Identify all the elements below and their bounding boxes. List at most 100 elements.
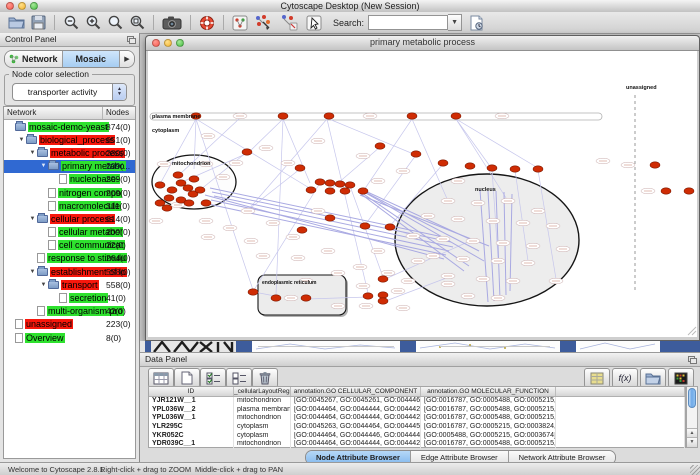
table-row-YJR121W__1[interactable]: YJR121W__1mitochondrion[GO:0045267, GO:0… — [149, 397, 685, 406]
table-row-YPL036W__2[interactable]: YPL036W__2plasma membrane[GO:0044464, GO… — [149, 406, 685, 415]
zoom-out-icon[interactable] — [61, 14, 81, 32]
cell-region[interactable]: mitochondrion — [234, 397, 291, 406]
layout-edges-icon[interactable] — [278, 14, 302, 32]
tree-item-establishment-of-lo[interactable]: ▼establishment of lo558(0) — [4, 265, 135, 278]
edge[interactable] — [248, 169, 300, 210]
tree-item-nitrogen-compo[interactable]: nitrogen compo209(0) — [4, 186, 135, 199]
node-selected[interactable] — [183, 185, 193, 191]
tree-column-nodes[interactable]: Nodes — [103, 107, 135, 119]
node-selected[interactable] — [184, 200, 194, 206]
new-attribute-icon[interactable] — [174, 368, 200, 388]
cell-region[interactable]: mitochondrion — [234, 440, 291, 449]
window-border-peek[interactable] — [400, 341, 416, 352]
column-header-0[interactable]: ID — [149, 387, 234, 396]
cell-cc[interactable]: [GO:0044464, GO:0044444, GO:0044425, G..… — [291, 406, 421, 415]
node-selected[interactable] — [510, 166, 520, 172]
edge[interactable] — [456, 119, 492, 169]
network-window-titlebar[interactable]: primary metabolic process — [146, 36, 699, 51]
function-builder-icon[interactable]: f(x) — [612, 368, 638, 388]
zoom-selected-icon[interactable] — [105, 14, 125, 32]
column-header-2[interactable]: annotation.GO CELLULAR_COMPONENT — [291, 387, 421, 396]
node-selected[interactable] — [378, 292, 388, 298]
cell-region[interactable]: cytoplasm — [234, 423, 291, 432]
node-selected[interactable] — [195, 187, 205, 193]
tree-item-biological-process[interactable]: ▼biological_process651(0) — [4, 133, 135, 146]
canvas-grow-icon[interactable] — [688, 327, 696, 335]
table-row-YDR039C__1[interactable]: YDR039C__1mitochondrion[GO:0044464, GO:0… — [149, 440, 685, 449]
node-selected[interactable] — [411, 151, 421, 157]
unselect-attributes-icon[interactable] — [226, 368, 252, 388]
heatmap-icon[interactable] — [668, 368, 694, 388]
node-selected[interactable] — [248, 289, 258, 295]
cell-cc[interactable]: [GO:0045267, GO:0045261, GO:0044464, G..… — [291, 397, 421, 406]
scroll-down-icon[interactable]: ▼ — [687, 437, 697, 447]
zoom-fit-icon[interactable] — [127, 14, 147, 32]
table-scrollbar[interactable]: ▲ ▼ — [686, 386, 698, 448]
tab-network[interactable]: Network — [5, 51, 63, 67]
node-selected[interactable] — [325, 215, 335, 221]
cell-id[interactable]: YJR121W__1 — [149, 397, 234, 406]
tree-item-cellular-process[interactable]: ▼cellular process614(0) — [4, 212, 135, 225]
node-selected[interactable] — [533, 166, 543, 172]
cell-mf[interactable]: [GO:0005488, GO:0005215, GO:0003674] — [421, 432, 556, 441]
cell-mf[interactable]: [GO:0016787, GO:0005488, GO:0005215, G..… — [421, 440, 556, 449]
node-selected[interactable] — [378, 298, 388, 304]
tab-overflow-arrow[interactable]: ▶ — [120, 51, 134, 67]
node-selected[interactable] — [278, 113, 288, 119]
cell-region[interactable]: cytoplasm — [234, 432, 291, 441]
selection-mode-icon[interactable] — [304, 14, 324, 32]
table-row-YPL036W__1[interactable]: YPL036W__1mitochondrion[GO:0044464, GO:0… — [149, 414, 685, 423]
layout-nodes-icon[interactable] — [252, 14, 276, 32]
node-selected[interactable] — [363, 293, 373, 299]
snapshot-icon[interactable] — [160, 14, 184, 32]
node-selected[interactable] — [324, 113, 334, 119]
node-selected[interactable] — [385, 224, 395, 230]
node-selected[interactable] — [325, 180, 335, 186]
tree-item-transport[interactable]: ▼transport558(0) — [4, 278, 135, 291]
tree-expand-icon[interactable]: ▼ — [28, 150, 37, 156]
edge[interactable] — [456, 119, 538, 168]
tree-item-cell-communicat[interactable]: cell communicat22(0) — [4, 239, 135, 252]
attribute-table-icon[interactable] — [148, 368, 174, 388]
cell-id[interactable]: YPL036W__1 — [149, 414, 234, 423]
network-manager-icon[interactable] — [230, 14, 250, 32]
node-selected[interactable] — [242, 149, 252, 155]
tree-item-overview[interactable]: Overview8(0) — [4, 331, 135, 344]
node-selected[interactable] — [189, 176, 199, 182]
node-selected[interactable] — [315, 179, 325, 185]
cell-region[interactable]: mitochondrion — [234, 414, 291, 423]
node-selected[interactable] — [306, 187, 316, 193]
dropdown-stepper-icon[interactable]: ▲▼ — [112, 84, 126, 100]
node-selected[interactable] — [358, 188, 368, 194]
edge[interactable] — [283, 119, 310, 183]
cell-id[interactable]: YLR295C — [149, 423, 234, 432]
tree-expand-icon[interactable]: ▼ — [39, 163, 48, 169]
node-selected[interactable] — [375, 143, 385, 149]
node-selected[interactable] — [325, 188, 335, 194]
table-row-YLR295C[interactable]: YLR295Ccytoplasm[GO:0045263, GO:0044464,… — [149, 423, 685, 432]
tab-mosaic[interactable]: Mosaic — [63, 51, 121, 67]
node-selected[interactable] — [684, 188, 694, 194]
node-selected[interactable] — [155, 200, 165, 206]
window-border-peek[interactable] — [236, 341, 252, 352]
float-data-panel-icon[interactable] — [688, 356, 696, 363]
tree-item-secretion[interactable]: secretion41(0) — [4, 291, 135, 304]
column-header-3[interactable]: annotation.GO MOLECULAR_FUNCTION — [421, 387, 556, 396]
network-canvas[interactable]: plasma membrane cytoplasm mitochondrion … — [148, 51, 697, 337]
node-selected[interactable] — [661, 188, 671, 194]
node-selected[interactable] — [465, 163, 475, 169]
node-selected[interactable] — [164, 195, 174, 201]
tree-item-response-to-stimulu[interactable]: response to stimulu264(0) — [4, 252, 135, 265]
tree-item-multi-organism-pro[interactable]: multi-organism pro42(0) — [4, 305, 135, 318]
save-session-icon[interactable] — [28, 14, 48, 32]
session-details-icon[interactable] — [466, 14, 486, 32]
column-header-1[interactable]: _cellularLayoutRegion — [234, 387, 291, 396]
search-dropdown-button[interactable]: ▼ — [448, 14, 462, 31]
network-graph[interactable]: plasma membrane cytoplasm mitochondrion … — [148, 51, 697, 337]
cell-cc[interactable]: [GO:0045263, GO:0044464, GO:0044455, G..… — [291, 423, 421, 432]
tree-item-cellular-metabol[interactable]: cellular metabol209(0) — [4, 226, 135, 239]
node-selected[interactable] — [295, 165, 305, 171]
cell-cc[interactable]: [GO:0044464, GO:0044444, GO:0044425, G..… — [291, 440, 421, 449]
node-selected[interactable] — [360, 223, 370, 229]
window-border-peek[interactable] — [560, 341, 576, 352]
